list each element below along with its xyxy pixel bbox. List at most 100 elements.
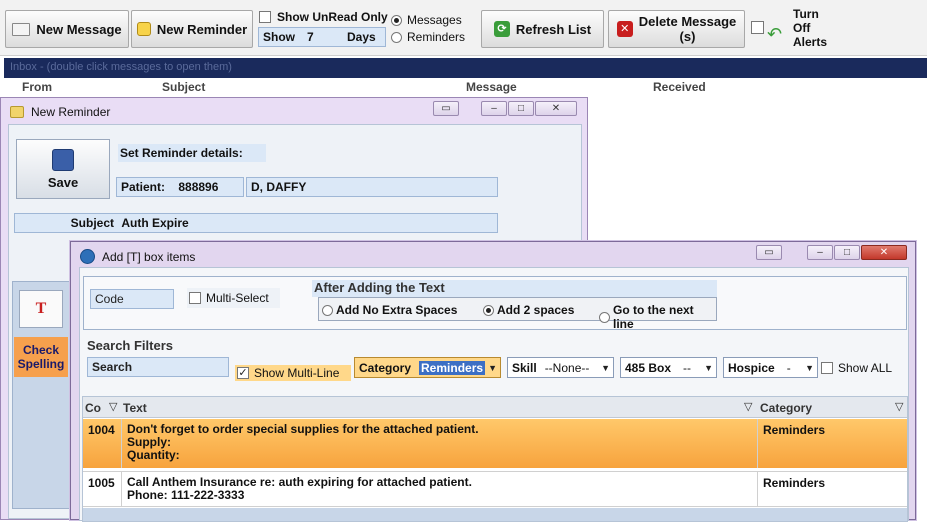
alert-arrow-icon: ↶ [767,24,783,44]
row-code: 1004 [83,419,122,468]
option-next-line[interactable]: Go to the next line [599,303,716,331]
radio-reminders[interactable]: Reminders [391,30,465,44]
option-two-spaces[interactable]: Add 2 spaces [483,303,574,317]
hospice-dropdown[interactable]: Hospice - ▼ [723,357,818,378]
save-label: Save [47,174,79,190]
new-reminder-button[interactable]: New Reminder [131,10,253,48]
subject-value[interactable]: Auth Expire [121,216,188,230]
grid-header-category[interactable]: Category [760,401,812,415]
table-row[interactable]: 1005 Call Anthem Insurance re: auth expi… [83,471,907,507]
filter-icon[interactable]: ▽ [744,400,752,413]
box485-label: 485 Box [625,360,672,375]
category-label: Category [359,360,412,375]
turn-off-alerts-label[interactable]: Turn Off Alerts [793,7,827,49]
close-icon[interactable]: ✕ [535,101,577,116]
option-no-spaces-label: Add No Extra Spaces [336,303,458,317]
after-adding-options: Add No Extra Spaces Add 2 spaces Go to t… [318,297,717,331]
multi-select-option[interactable]: Multi-Select [187,288,280,308]
delete-message-label-suffix: (s) [679,29,696,44]
option-next-line-radio[interactable] [599,311,610,323]
grid-header-code[interactable]: Co [85,401,101,415]
close-icon[interactable]: ✕ [861,245,907,260]
add-box-items-window: Add [T] box items ▭ – □ ✕ Code Multi-Sel… [70,241,916,522]
column-subject[interactable]: Subject [162,80,205,94]
category-value[interactable]: Reminders [419,360,486,375]
subject-label: Subject [70,216,114,230]
show-multiline-checkbox[interactable] [237,367,249,379]
filter-icon[interactable]: ▽ [109,400,117,413]
show-multiline-label: Show Multi-Line [254,366,340,380]
after-adding-label: After Adding the Text [312,280,717,297]
row-text-line: Don't forget to order special supplies f… [127,422,479,436]
show-days-field[interactable]: Show 7 Days [258,27,386,47]
box485-dropdown[interactable]: 485 Box -- ▼ [620,357,717,378]
row-text: Don't forget to order special supplies f… [122,419,758,468]
items-grid: Co ▽ Text ▽ Category ▽ 1004 Don't forget… [82,396,908,522]
new-message-button[interactable]: New Message [5,10,129,48]
grid-header: Co ▽ Text ▽ Category ▽ [83,397,907,418]
maximize-icon[interactable]: □ [834,245,860,260]
delete-message-button[interactable]: ✕ Delete Message (s) [608,10,745,48]
new-reminder-title: New Reminder [31,105,111,119]
inbox-hint-bar: Inbox - (double click messages to open t… [4,58,927,78]
row-text-line: Phone: 111-222-3333 [127,488,245,502]
patient-id: 888896 [178,180,219,194]
grid-header-text[interactable]: Text [123,401,147,415]
radio-messages-dot[interactable] [391,14,402,26]
maximize-icon[interactable]: □ [508,101,534,116]
row-code: 1005 [83,472,122,506]
search-input[interactable]: Search [87,357,229,377]
show-all-option[interactable]: Show ALL [821,361,892,375]
table-row[interactable]: 1004 Don't forget to order special suppl… [83,419,907,468]
show-unread-only[interactable]: Show UnRead Only [259,10,388,24]
floppy-disk-icon [52,148,74,171]
window-envelope-icon [10,106,24,118]
column-received[interactable]: Received [653,80,706,94]
subject-field[interactable]: Subject Auth Expire [14,213,498,233]
minimize-icon[interactable]: – [481,101,507,116]
column-from[interactable]: From [22,80,52,94]
patient-id-field: Patient: 888896 [116,177,244,197]
insert-text-box-button[interactable]: T [19,290,63,328]
option-no-spaces-radio[interactable] [322,304,333,316]
turn-off-alerts-line3: Alerts [793,35,828,49]
pin-note-icon [136,22,151,36]
turn-off-alerts-checkbox[interactable] [751,21,764,34]
show-unread-checkbox[interactable] [259,11,271,23]
filter-icon[interactable]: ▽ [895,400,903,413]
check-spelling-button[interactable]: Check Spelling [14,337,68,377]
option-two-spaces-radio[interactable] [483,304,494,316]
code-input[interactable]: Code [90,289,174,309]
category-dropdown[interactable]: Category Reminders ▼ [354,357,501,378]
minimize-icon[interactable]: – [807,245,833,260]
radio-messages[interactable]: Messages [391,13,462,27]
restore-icon[interactable]: ▭ [433,101,459,116]
turn-off-alerts-line1: Turn [793,7,819,21]
row-text-line: Quantity: [127,448,180,462]
show-multiline-option[interactable]: Show Multi-Line [235,365,351,381]
new-reminder-label: New Reminder [156,21,248,37]
delete-message-label: Delete Message [638,14,737,29]
column-message[interactable]: Message [466,80,517,94]
refresh-list-button[interactable]: ⟳ Refresh List [481,10,604,48]
row-text-line: Supply: [127,435,171,449]
new-message-label: New Message [36,21,122,37]
radio-reminders-dot[interactable] [391,31,402,43]
show-prefix-label: Show [263,30,295,44]
chevron-down-icon: ▼ [704,363,713,373]
show-all-checkbox[interactable] [821,362,833,374]
multi-select-label: Multi-Select [206,291,269,305]
save-button[interactable]: Save [16,139,110,199]
row-category: Reminders [763,476,826,490]
restore-icon[interactable]: ▭ [756,245,782,260]
option-no-spaces[interactable]: Add No Extra Spaces [322,303,457,317]
add-box-body: Code Multi-Select After Adding the Text … [79,267,909,522]
skill-label: Skill [512,360,537,375]
check-spelling-line2: Spelling [17,357,65,371]
skill-dropdown[interactable]: Skill --None-- ▼ [507,357,614,378]
multi-select-checkbox[interactable] [189,292,201,304]
show-days-value[interactable]: 7 [307,30,347,44]
option-two-spaces-label: Add 2 spaces [497,303,575,317]
app-logo-icon [80,249,95,264]
turn-off-alerts-line2: Off [793,21,811,35]
